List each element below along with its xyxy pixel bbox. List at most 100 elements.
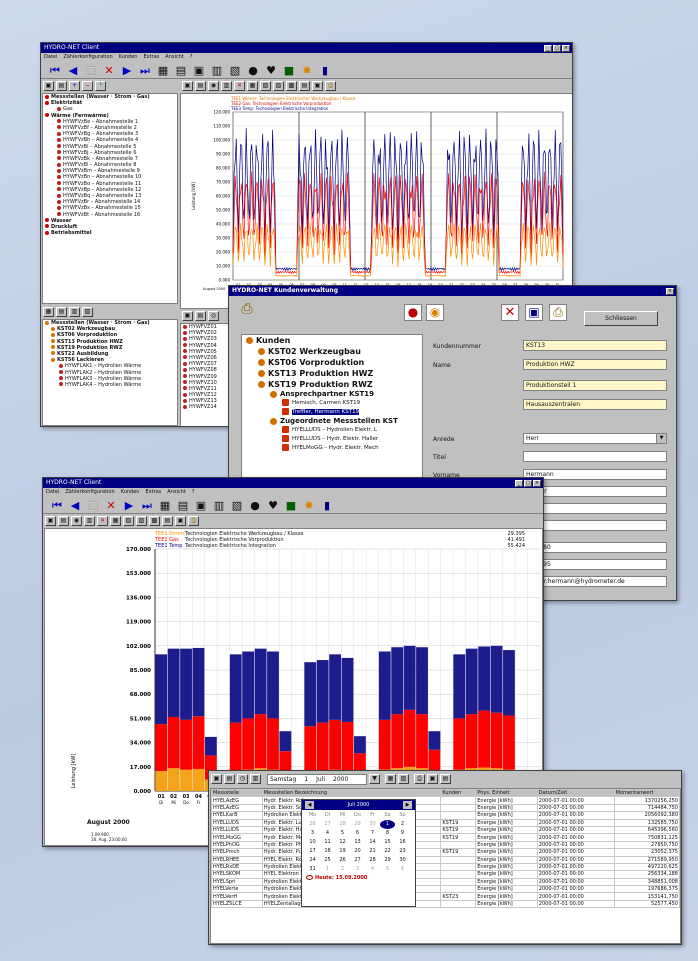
calendar-day[interactable]: 27 [350,856,365,865]
calendar-day[interactable]: 3 [305,829,320,838]
report-icon[interactable]: ▥ [211,65,223,76]
clock-icon[interactable]: ◷ [237,774,248,784]
front-chart-tb-7[interactable]: ▧ [123,515,134,526]
front-chart-tb-1[interactable]: ▣ [45,515,56,526]
tree2-item[interactable]: HYWFLAK4 – Hydrolien Wärme [43,382,177,388]
nachname-field[interactable]: Treffler [523,486,667,497]
calendar-day[interactable]: 15 [380,838,395,847]
front-menu-help[interactable]: ? [192,488,195,497]
chart-tb-5[interactable]: ✕ [234,80,245,91]
anrede-select[interactable]: Herr ▼ [523,433,667,444]
front-calc-icon[interactable]: ▮ [321,500,333,511]
front-menu-datei[interactable]: Datei [46,488,59,497]
front-report-icon[interactable]: ▥ [213,500,225,511]
table-tb-1[interactable]: ▣ [211,774,222,784]
calendar-day[interactable]: 28 [365,856,380,865]
telefon-field[interactable]: 805 580 [523,542,667,553]
print-icon-2[interactable]: ⎙ [549,304,567,321]
front-location-icon[interactable]: ♥ [267,500,279,511]
list-tb-3[interactable]: ◎ [208,310,219,321]
alarm-icon[interactable]: ✸ [301,65,313,76]
customer-tree-item[interactable]: HYELMoGG – Hydr. Elektr. Mech [242,444,422,453]
chart-tb-12[interactable]: ⎙ [325,80,336,91]
empty-field-1[interactable] [523,503,667,514]
table-row[interactable]: HYELZ5LCEHYELZentallager str/Versandhall… [211,899,680,909]
location-icon[interactable]: ♥ [265,65,277,76]
customer-tree-item[interactable]: Treffler, Hermann KST19 [242,408,422,417]
customer-tree-item[interactable]: HYELLUDS – Hydrolien Elektr. L [242,426,422,435]
chevron-down-icon[interactable]: ▼ [656,434,666,443]
front-chart-tb-12[interactable]: ⎙ [188,515,199,526]
calendar-day[interactable]: 20 [350,847,365,856]
back-arrow-icon[interactable]: ◉ [426,304,444,321]
table-row[interactable]: HYELPmch Hydr. Elektr. Pumpe KST19 Energie … [211,848,680,857]
table-view-icon[interactable]: ▤ [175,65,187,76]
customer-tree-item[interactable]: Ansprechpartner KST19 [242,390,422,399]
menu-ansicht[interactable]: Ansicht [165,53,183,62]
new-icon[interactable]: □ [85,65,97,76]
tree2-list-button[interactable]: ▤ [56,306,67,317]
front-chart-tb-3[interactable]: ◉ [71,515,82,526]
form-view-icon[interactable]: ▦ [157,65,169,76]
kundennummer-field[interactable]: KST13 [523,340,667,351]
front-maximize-button[interactable]: □ [524,479,532,487]
menu-help[interactable]: ? [190,53,193,62]
front-chart-tb-4[interactable]: ▥ [84,515,95,526]
table-tb-5[interactable]: ▦ [385,774,396,784]
front-menu-ansicht[interactable]: Ansicht [167,488,185,497]
customer-tree-item[interactable]: Kunden [242,335,422,346]
table-tb-8[interactable]: ▣ [427,774,438,784]
front-form-icon[interactable]: ▦ [159,500,171,511]
front-chart-tb-6[interactable]: ▦ [110,515,121,526]
calendar-day[interactable]: 8 [380,829,395,838]
menu-extras[interactable]: Extras [143,53,159,62]
calendar-day[interactable]: 31 [305,865,320,874]
menu-datei[interactable]: Datei [44,53,57,62]
column-header[interactable]: Messstellen Bezeichnung [261,789,442,798]
grid-view-icon[interactable]: ▣ [193,65,205,76]
column-header[interactable]: Phys. Einheit [475,789,538,798]
front-menu-extras[interactable]: Extras [145,488,161,497]
list-tb-2[interactable]: ▤ [195,310,206,321]
calendar-day[interactable]: 12 [335,838,350,847]
chart-tb-8[interactable]: ▨ [273,80,284,91]
empty-field-2[interactable] [523,520,667,531]
calendar-day[interactable]: 22 [380,847,395,856]
menu-kunden[interactable]: Kunden [119,53,138,62]
calendar-day[interactable]: 10 [305,838,320,847]
chart-tb-9[interactable]: ▩ [286,80,297,91]
chart-tb-1[interactable]: ▣ [182,80,193,91]
table-row[interactable]: HYELLUDS Hydr. Elektr. Halle KST19 Energie … [211,825,680,835]
front-table-icon[interactable]: ▤ [177,500,189,511]
apple-icon[interactable]: ● [404,304,422,321]
column-header[interactable]: Messstelle [211,789,263,798]
meter-list-item[interactable]: HYWFVZ14 [181,404,231,410]
calendar-day[interactable]: 30 [395,856,410,865]
front-close-button[interactable]: × [533,479,541,487]
calendar-day[interactable]: 30 [365,820,380,829]
list-tb-1[interactable]: ▣ [182,310,193,321]
front-chart-tb-10[interactable]: ▤ [162,515,173,526]
calendar-day[interactable]: 28 [335,820,350,829]
filter-icon[interactable]: ▧ [229,65,241,76]
customer-tree-item[interactable]: KST02 Werkzeugbau [242,346,422,357]
front-chart-tb-11[interactable]: ▣ [175,515,186,526]
front-first-icon[interactable]: ⏮ [51,500,63,511]
table-row[interactable]: HYELSKOMHYEL Elektron Preng MengeNV (MBF… [211,870,680,879]
calendar-day[interactable]: 4 [320,829,335,838]
menu-zaehlerkonfiguration[interactable]: Zählerkonfiguration [63,53,112,62]
calendar-day[interactable]: 29 [350,820,365,829]
close-button[interactable]: × [562,44,570,52]
table-row[interactable]: HYELVerHHydrolien Elektr Versandsparhall… [211,892,680,901]
front-export-icon[interactable]: ■ [285,500,297,511]
table-tb-2[interactable]: ▤ [224,774,235,784]
front-grid-icon[interactable]: ▣ [195,500,207,511]
tree-new-button[interactable]: ▤ [56,80,67,91]
date-dropdown-icon[interactable]: ▼ [369,774,380,784]
calendar-next-icon[interactable]: ▶ [403,801,412,809]
table-row[interactable]: HYELRxDE Hydrolien Elektr. Rohrleitung Ene… [211,862,680,872]
calendar-day[interactable]: 16 [395,838,410,847]
customer-titlebar[interactable]: HYDRO-NET Kundenverwaltung × [229,286,676,296]
record-icon[interactable]: ● [247,65,259,76]
calendar-day[interactable]: 17 [305,847,320,856]
